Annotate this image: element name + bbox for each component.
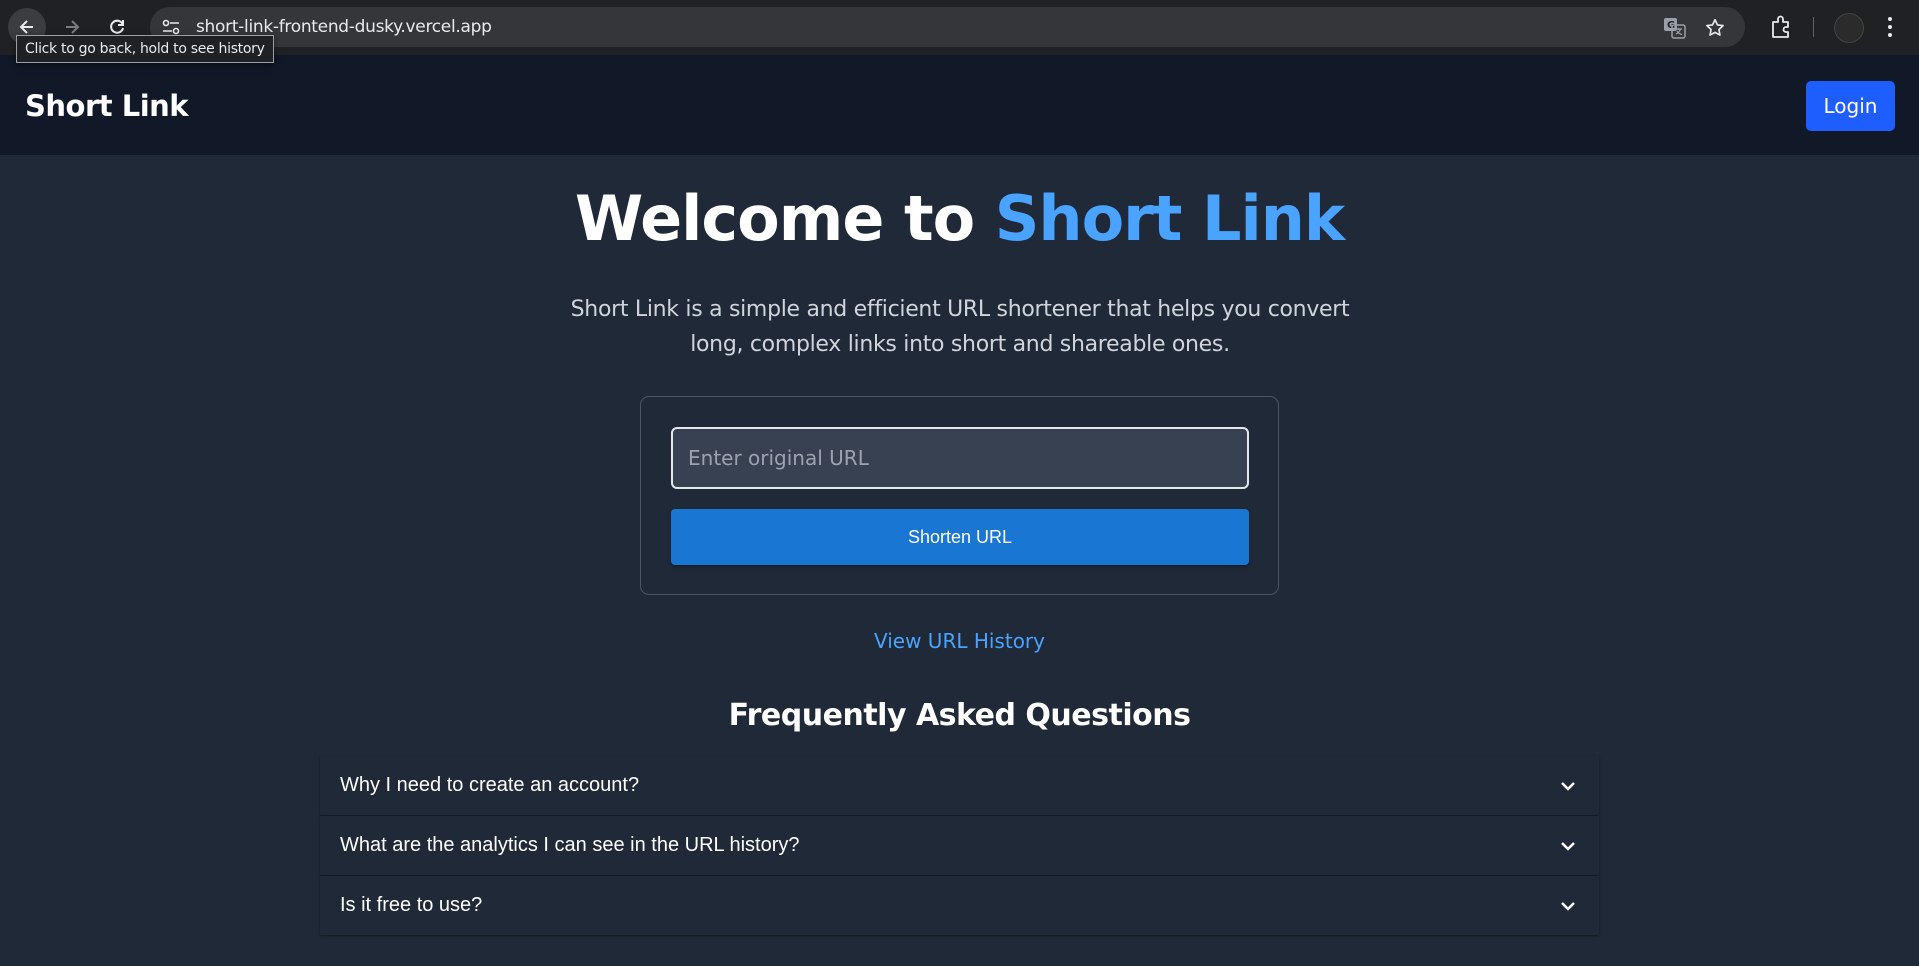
faq-item[interactable]: Why I need to create an account? (320, 756, 1599, 815)
chevron-down-icon (1561, 842, 1575, 851)
app-header: Short Link Login (0, 55, 1919, 155)
login-button[interactable]: Login (1806, 81, 1895, 131)
title-prefix: Welcome to (574, 182, 995, 255)
faq-question: What are the analytics I can see in the … (340, 834, 800, 856)
faq-list: Why I need to create an account? What ar… (320, 756, 1599, 936)
back-arrow-icon (19, 20, 33, 34)
chevron-down-icon (1561, 902, 1575, 911)
extensions-icon[interactable] (1768, 14, 1794, 40)
faq-item[interactable]: Is it free to use? (320, 876, 1599, 935)
profile-avatar[interactable] (1834, 13, 1864, 43)
faq-title: Frequently Asked Questions (728, 698, 1191, 733)
page-subtitle: Short Link is a simple and efficient URL… (570, 297, 1350, 357)
bookmark-star-icon[interactable] (1703, 17, 1727, 39)
forward-arrow-icon (66, 20, 80, 34)
reload-icon (110, 19, 124, 34)
site-settings-icon[interactable] (160, 17, 182, 37)
url-text[interactable]: short-link-frontend-dusky.vercel.app (196, 17, 492, 37)
page-title: Welcome to Short Link (0, 182, 1919, 255)
view-url-history-link[interactable]: View URL History (0, 629, 1919, 653)
original-url-input[interactable] (671, 427, 1249, 489)
title-accent: Short Link (994, 182, 1345, 255)
faq-question: Is it free to use? (340, 894, 483, 916)
back-button-tooltip: Click to go back, hold to see history (16, 35, 274, 63)
address-bar[interactable]: short-link-frontend-dusky.vercel.app G (150, 7, 1745, 47)
shorten-form-card: Shorten URL (640, 396, 1279, 595)
faq-question: Why I need to create an account? (340, 774, 640, 796)
translate-icon[interactable]: G (1663, 17, 1687, 39)
chevron-down-icon (1561, 782, 1575, 791)
faq-item[interactable]: What are the analytics I can see in the … (320, 816, 1599, 875)
more-menu-icon[interactable] (1884, 15, 1896, 39)
browser-toolbar: short-link-frontend-dusky.vercel.app G (0, 0, 1919, 55)
toolbar-divider (1813, 17, 1814, 37)
shorten-url-button[interactable]: Shorten URL (671, 509, 1249, 565)
brand-logo[interactable]: Short Link (25, 89, 189, 123)
